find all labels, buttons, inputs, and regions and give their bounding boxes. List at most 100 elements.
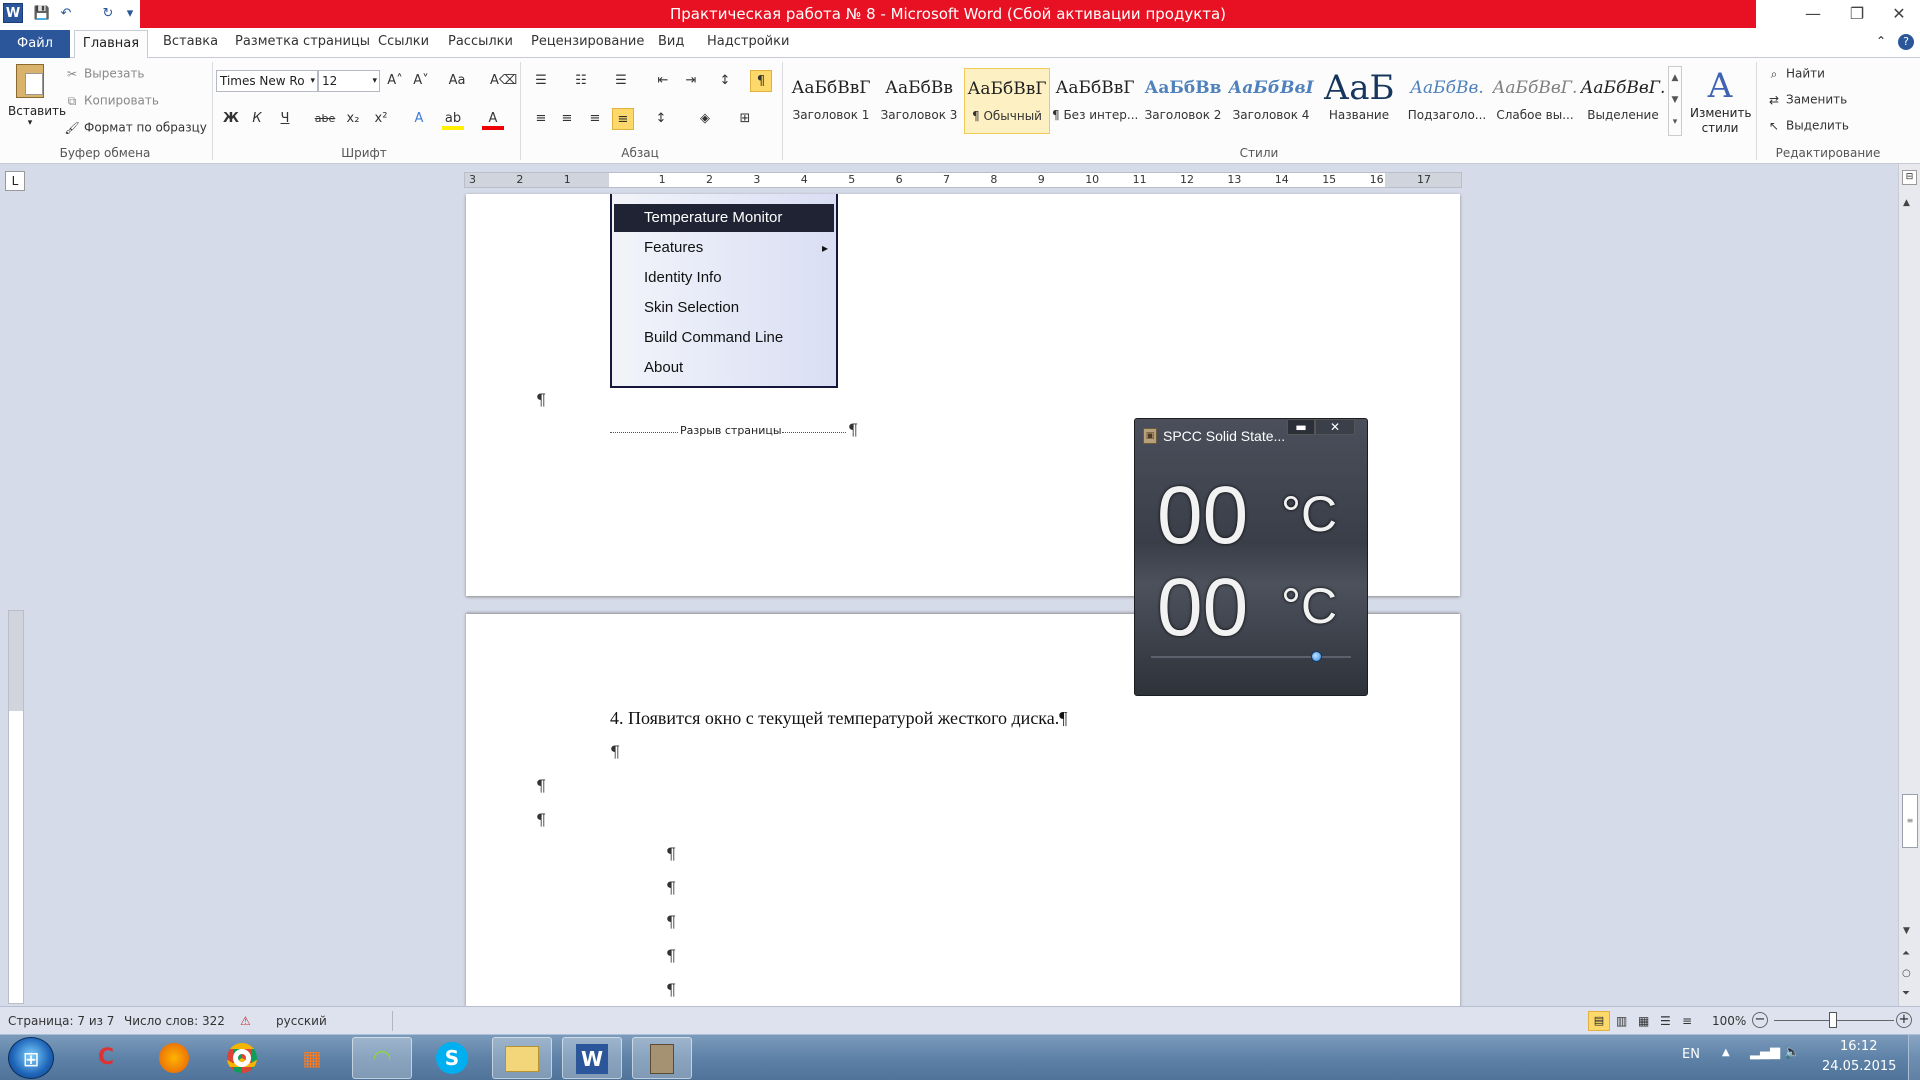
collapse-ribbon-icon[interactable]: ⌃	[1876, 34, 1886, 48]
print-layout-view-button[interactable]: ▤	[1588, 1011, 1610, 1031]
tab-home[interactable]: Главная	[74, 30, 148, 59]
tab-review[interactable]: Рецензирование	[531, 34, 644, 49]
grow-font-button[interactable]: A˄	[384, 70, 406, 92]
outline-view-button[interactable]: ☰	[1660, 1014, 1671, 1028]
next-page-icon[interactable]: ⏷	[1902, 988, 1910, 999]
style-heading-4[interactable]: АаБбВвІ Заголовок 4	[1228, 68, 1314, 134]
firefox-icon[interactable]	[144, 1037, 204, 1079]
cut-button[interactable]: ✂ Вырезать	[64, 66, 145, 82]
borders-button[interactable]: ⊞	[734, 108, 756, 130]
style-heading-1[interactable]: АаБбВвГ Заголовок 1	[788, 68, 874, 134]
sort-button[interactable]: ↕	[714, 70, 736, 92]
proofing-icon[interactable]: ⚠	[240, 1014, 251, 1028]
skype-icon[interactable]: S	[422, 1037, 482, 1079]
menu-item-skin-selection[interactable]: Skin Selection	[614, 294, 834, 322]
font-color-button[interactable]: A	[482, 108, 504, 130]
explorer-icon[interactable]	[492, 1037, 552, 1079]
format-painter-button[interactable]: 🖌 Формат по образцу	[64, 120, 207, 136]
widget-slider-knob[interactable]	[1311, 651, 1322, 662]
menu-item-temperature-monitor[interactable]: Temperature Monitor	[614, 204, 834, 232]
qat-customize-icon[interactable]: ▾	[124, 4, 136, 24]
network-app-icon[interactable]: ◠	[352, 1037, 412, 1079]
style-title[interactable]: АаБ Название	[1316, 68, 1402, 134]
style-heading-2[interactable]: АаБбВв Заголовок 2	[1140, 68, 1226, 134]
redo-icon[interactable]: ↻	[98, 4, 118, 24]
word-icon[interactable]: W	[562, 1037, 622, 1079]
justify-button[interactable]: ≡	[612, 108, 634, 130]
find-button[interactable]: ⌕ Найти	[1766, 66, 1825, 82]
tab-file[interactable]: Файл	[0, 30, 70, 58]
shrink-font-button[interactable]: A˅	[410, 70, 432, 92]
menu-item-identity-info[interactable]: Identity Info	[614, 264, 834, 292]
tab-insert[interactable]: Вставка	[163, 34, 218, 49]
text-effects-button[interactable]: A	[408, 108, 430, 130]
tab-mailings[interactable]: Рассылки	[448, 34, 513, 49]
multilevel-list-button[interactable]: ☰	[610, 70, 632, 92]
menu-item-features[interactable]: Features ▸	[614, 234, 834, 262]
zoom-out-button[interactable]: −	[1752, 1012, 1768, 1028]
zoom-in-button[interactable]: +	[1896, 1012, 1912, 1028]
font-name-combo[interactable]: Times New Ro ▾	[216, 70, 318, 92]
style-subtitle[interactable]: АаБбВв. Подзаголо...	[1404, 68, 1490, 134]
font-size-combo[interactable]: 12 ▾	[318, 70, 380, 92]
select-button[interactable]: ↖ Выделить	[1766, 118, 1849, 134]
volume-icon[interactable]: 🔈	[1784, 1045, 1800, 1060]
superscript-button[interactable]: x²	[370, 108, 392, 130]
highlight-button[interactable]: ab	[442, 108, 464, 130]
undo-icon[interactable]: ↶	[56, 4, 76, 24]
show-desktop-button[interactable]	[1908, 1035, 1920, 1080]
browse-object-icon[interactable]: ○	[1902, 968, 1911, 979]
language-label[interactable]: русский	[276, 1014, 327, 1028]
restore-button[interactable]: ❐	[1836, 0, 1878, 28]
bold-button[interactable]: Ж	[220, 108, 242, 130]
clock-time[interactable]: 16:12	[1840, 1039, 1877, 1054]
horizontal-ruler[interactable]: 3 2 1 1 2 3 4 5 6 7 8 9 10 11 12 13 14 15 16 17	[464, 172, 1462, 188]
word-count[interactable]: Число слов: 322	[124, 1014, 225, 1028]
chrome-icon[interactable]	[212, 1037, 272, 1079]
styles-scroll[interactable]: ▲ ▼ ▾	[1668, 66, 1682, 136]
network-icon[interactable]: ▂▄▆	[1750, 1045, 1780, 1060]
vertical-ruler[interactable]	[8, 610, 24, 1004]
previous-page-icon[interactable]: ⏶	[1902, 948, 1910, 959]
subscript-button[interactable]: x₂	[342, 108, 364, 130]
decrease-indent-button[interactable]: ⇤	[652, 70, 674, 92]
close-button[interactable]: ✕	[1878, 0, 1920, 28]
copy-button[interactable]: ⧉ Копировать	[64, 93, 159, 109]
tab-addins[interactable]: Надстройки	[707, 34, 789, 49]
scroll-down-icon[interactable]: ▼	[1903, 926, 1910, 936]
clear-format-button[interactable]: A⌫	[490, 70, 517, 92]
paste-button[interactable]: Вставить ▾	[8, 64, 66, 136]
ruler-toggle-icon[interactable]: ⊟	[1902, 170, 1917, 185]
replace-button[interactable]: ⇄ Заменить	[1766, 92, 1847, 108]
start-button[interactable]: ⊞	[8, 1037, 54, 1079]
italic-button[interactable]: К	[246, 108, 268, 130]
temperature-widget[interactable]: ▣ SPCC Solid State... ▬ ✕ 00 °C 00 °C	[1134, 418, 1368, 696]
apps-icon[interactable]: ▦	[282, 1037, 342, 1079]
tab-references[interactable]: Ссылки	[378, 34, 429, 49]
vertical-scrollbar[interactable]: ⊟ ▲ ≡ ▼ ⏶ ○ ⏷	[1898, 164, 1920, 1014]
help-icon[interactable]: ?	[1898, 34, 1914, 50]
increase-indent-button[interactable]: ⇥	[680, 70, 702, 92]
style-normal[interactable]: АаБбВвГ ¶ Обычный	[964, 68, 1050, 134]
scroll-thumb[interactable]: ≡	[1902, 794, 1918, 848]
change-styles-button[interactable]: A Изменить стили	[1690, 66, 1752, 144]
menu-item-build-command-line[interactable]: Build Command Line	[614, 324, 834, 352]
tab-page-layout[interactable]: Разметка страницы	[235, 34, 370, 49]
clock-date[interactable]: 24.05.2015	[1822, 1059, 1896, 1074]
web-layout-view-button[interactable]: ▦	[1638, 1014, 1649, 1028]
draft-view-button[interactable]: ≡	[1682, 1014, 1692, 1028]
align-left-button[interactable]: ≡	[530, 108, 552, 130]
zoom-level[interactable]: 100%	[1712, 1014, 1746, 1028]
minimize-button[interactable]: —	[1792, 0, 1834, 28]
keyboard-language[interactable]: EN	[1682, 1047, 1700, 1062]
zoom-slider-thumb[interactable]	[1829, 1012, 1837, 1028]
align-center-button[interactable]: ≡	[556, 108, 578, 130]
align-right-button[interactable]: ≡	[584, 108, 606, 130]
menu-item-about[interactable]: About	[614, 354, 834, 382]
disk-monitor-icon[interactable]	[632, 1037, 692, 1079]
style-subtle-emphasis[interactable]: АаБбВвГ. Слабое вы...	[1492, 68, 1578, 134]
style-no-spacing[interactable]: АаБбВвГ ¶ Без интер...	[1052, 68, 1138, 134]
ccleaner-icon[interactable]: C	[76, 1037, 136, 1079]
bullets-button[interactable]: ☰	[530, 70, 552, 92]
style-emphasis[interactable]: АаБбВвГ. Выделение	[1580, 68, 1666, 134]
